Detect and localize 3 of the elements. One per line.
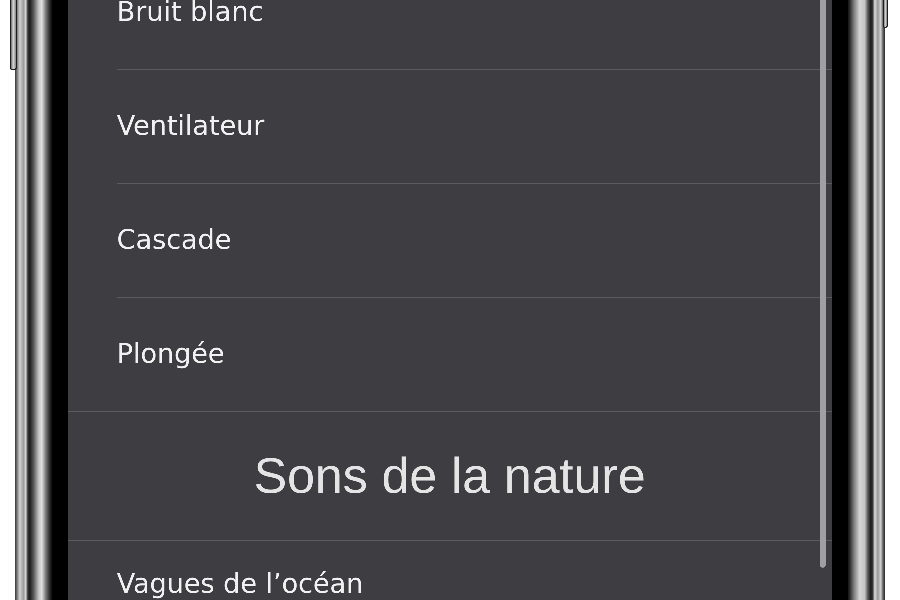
side-button[interactable] (883, 0, 888, 28)
side-button[interactable] (10, 0, 17, 70)
list-item[interactable]: Vagues de l’océan (117, 541, 832, 600)
